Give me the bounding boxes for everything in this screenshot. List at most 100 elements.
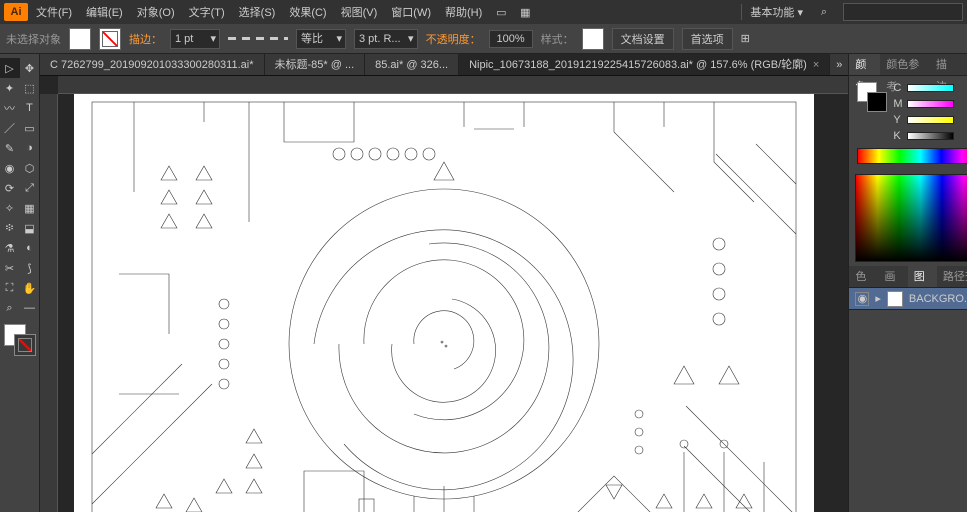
menu-edit[interactable]: 编辑(E) <box>80 4 129 20</box>
tool-button[interactable]: ⚗ <box>0 238 20 258</box>
bridge-icon[interactable]: ▦ <box>514 3 536 21</box>
spectrum-bar[interactable] <box>857 148 967 164</box>
tab-layers[interactable]: 图层 <box>908 266 937 287</box>
menu-bar: Ai 文件(F) 编辑(E) 对象(O) 文字(T) 选择(S) 效果(C) 视… <box>0 0 967 24</box>
tab-swatches[interactable]: 色板 <box>849 266 878 287</box>
tab-pathfinder[interactable]: 路径查找器 <box>937 266 967 287</box>
opacity-input[interactable] <box>489 30 533 48</box>
menu-file[interactable]: 文件(F) <box>30 4 78 20</box>
stroke-swatch[interactable] <box>99 28 121 50</box>
brush-select[interactable]: 3 pt. R... <box>354 29 418 49</box>
layout-icon[interactable]: ▭ <box>490 3 512 21</box>
layer-thumbnail <box>887 291 903 307</box>
app-logo: Ai <box>4 3 28 21</box>
style-swatch[interactable] <box>582 28 604 50</box>
m-label: M <box>893 98 903 110</box>
style-label: 样式： <box>541 31 574 47</box>
menu-window[interactable]: 窗口(W) <box>385 4 437 20</box>
tool-button[interactable]: ⬓ <box>20 218 40 238</box>
document-tab[interactable]: 85.ai* @ 326... <box>365 54 459 76</box>
layers-panel: ◉ ▸ BACKGRO... ○ <box>849 288 967 512</box>
color-panel: C0.0 M0 Y0 K0 <box>849 76 967 170</box>
color-controls[interactable] <box>4 324 36 356</box>
tool-button[interactable]: ◑ <box>20 138 40 158</box>
y-value: 0 <box>958 114 967 126</box>
document-setup-button[interactable]: 文档设置 <box>612 28 674 50</box>
vertical-ruler <box>40 94 58 512</box>
tool-button[interactable]: ▷ <box>0 58 20 78</box>
menu-effect[interactable]: 效果(C) <box>283 4 332 20</box>
stroke-label: 描边： <box>129 31 162 47</box>
m-value: 0 <box>958 98 967 110</box>
close-icon[interactable]: × <box>813 59 819 71</box>
chevron-right-icon[interactable]: ▸ <box>875 292 881 305</box>
layer-name: BACKGRO... <box>909 293 967 305</box>
toolbox: ▷✥✦⬚〰T／▭✎◑◉⬡⟳⤢✧▦፨⬓⚗◐✂⟆⛶✋⌕— <box>0 54 40 512</box>
align-icon[interactable]: ⊞ <box>741 32 750 45</box>
menu-help[interactable]: 帮助(H) <box>439 4 488 20</box>
y-label: Y <box>893 114 903 126</box>
control-bar: 未选择对象 描边： 1 pt 等比 3 pt. R... 不透明度： 样式： 文… <box>0 24 967 54</box>
tool-button[interactable]: — <box>20 298 40 318</box>
tool-button[interactable]: T <box>20 98 40 118</box>
tab-color-guide[interactable]: 颜色参考 <box>880 54 930 75</box>
tool-button[interactable]: ▦ <box>20 198 40 218</box>
document-tabs: C 7262799_201909201033300280311.ai* 未标题-… <box>40 54 848 76</box>
tool-button[interactable]: ✋ <box>20 278 40 298</box>
document-tab[interactable]: C 7262799_201909201033300280311.ai* <box>40 54 265 76</box>
c-value: 0.0 <box>958 82 967 94</box>
tool-button[interactable]: ✂ <box>0 258 20 278</box>
tool-button[interactable]: ⟆ <box>20 258 40 278</box>
tool-button[interactable]: ／ <box>0 118 20 138</box>
tool-button[interactable]: ⟳ <box>0 178 20 198</box>
m-slider[interactable] <box>907 100 953 108</box>
stroke-weight-select[interactable]: 1 pt <box>170 29 220 49</box>
search-icon[interactable]: ⌕ <box>813 3 835 21</box>
preferences-button[interactable]: 首选项 <box>682 28 733 50</box>
tool-button[interactable]: ፨ <box>0 218 20 238</box>
tool-button[interactable]: ✎ <box>0 138 20 158</box>
tool-button[interactable]: ⤢ <box>20 178 40 198</box>
selection-status: 未选择对象 <box>6 31 61 47</box>
tabs-overflow-icon[interactable]: » <box>830 59 848 71</box>
tool-button[interactable]: ✦ <box>0 78 20 98</box>
tool-button[interactable]: ◐ <box>20 238 40 258</box>
tool-button[interactable]: ▭ <box>20 118 40 138</box>
c-label: C <box>893 82 903 94</box>
background-swatch[interactable] <box>14 334 36 356</box>
canvas[interactable] <box>58 94 848 512</box>
menu-type[interactable]: 文字(T) <box>183 4 231 20</box>
tool-button[interactable]: ◉ <box>0 158 20 178</box>
profile-select[interactable]: 等比 <box>296 29 346 49</box>
document-tab-active[interactable]: Nipic_10673188_20191219225415726083.ai* … <box>459 54 830 76</box>
menu-view[interactable]: 视图(V) <box>335 4 384 20</box>
tool-button[interactable]: ⛶ <box>0 278 20 298</box>
stroke-chip[interactable] <box>867 92 887 112</box>
tab-brushes[interactable]: 画笔 <box>879 266 908 287</box>
tool-button[interactable]: 〰 <box>0 98 20 118</box>
menu-object[interactable]: 对象(O) <box>131 4 181 20</box>
dash-preview <box>228 37 288 40</box>
tool-button[interactable]: ✥ <box>20 58 40 78</box>
tool-button[interactable]: ⬚ <box>20 78 40 98</box>
k-value: 0 <box>958 130 967 142</box>
tool-button[interactable]: ⌕ <box>0 298 20 318</box>
visibility-toggle-icon[interactable]: ◉ <box>855 292 869 306</box>
k-slider[interactable] <box>907 132 953 140</box>
tool-button[interactable]: ⬡ <box>20 158 40 178</box>
tab-color[interactable]: 颜色 <box>849 54 880 75</box>
color-picker[interactable] <box>855 174 967 262</box>
workspace-switcher[interactable]: 基本功能 ▾ <box>741 4 811 20</box>
c-slider[interactable] <box>907 84 953 92</box>
opacity-label: 不透明度： <box>426 31 481 47</box>
document-tab[interactable]: 未标题-85* @ ... <box>265 54 366 76</box>
search-input[interactable] <box>843 3 963 21</box>
tab-gradient[interactable]: 渐变 <box>961 54 967 75</box>
tab-stroke[interactable]: 描边 <box>930 54 961 75</box>
fill-swatch[interactable] <box>69 28 91 50</box>
horizontal-ruler <box>58 76 848 94</box>
tool-button[interactable]: ✧ <box>0 198 20 218</box>
menu-select[interactable]: 选择(S) <box>233 4 282 20</box>
y-slider[interactable] <box>907 116 953 124</box>
layer-row[interactable]: ◉ ▸ BACKGRO... ○ <box>849 288 967 310</box>
